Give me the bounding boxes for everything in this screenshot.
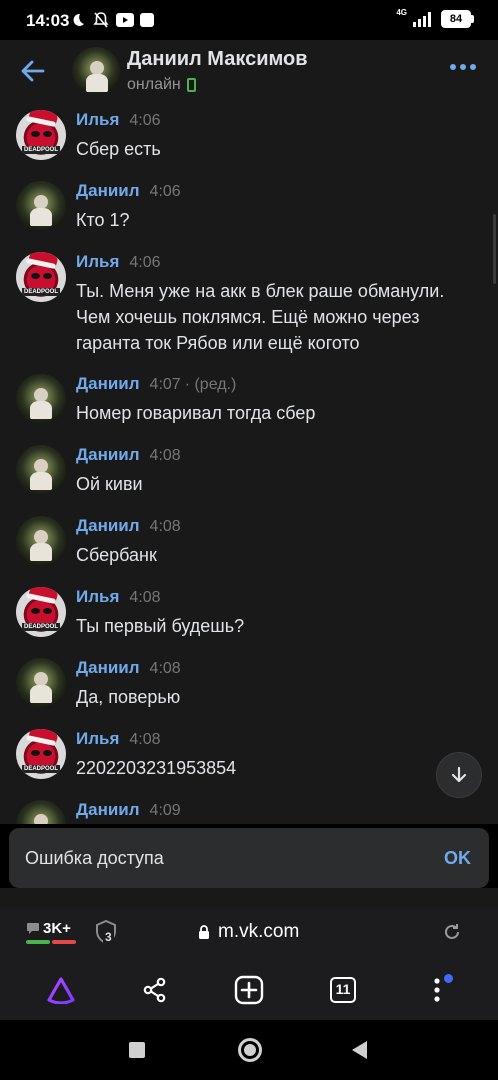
share-icon xyxy=(143,977,166,1003)
message-text: Номер говаривал тогда сбер xyxy=(76,403,316,423)
message-author[interactable]: Даниил xyxy=(76,516,140,536)
message-time: 4:07 xyxy=(149,376,181,393)
message-author[interactable]: Даниил xyxy=(76,800,140,820)
contact-avatar[interactable] xyxy=(72,47,120,95)
toast-ok-button[interactable]: OK xyxy=(444,848,471,869)
author-avatar[interactable] xyxy=(16,800,66,824)
notification-dot xyxy=(444,974,453,983)
system-back-button[interactable] xyxy=(352,1041,367,1059)
message-author[interactable]: Даниил xyxy=(76,374,140,394)
mobile-online-icon xyxy=(186,78,196,92)
edited-marker: · (ред.) xyxy=(184,376,237,393)
lock-icon xyxy=(199,924,209,939)
message-author[interactable]: Илья xyxy=(76,252,119,272)
status-time: 14:03 xyxy=(26,11,70,30)
tabs-button[interactable]: 11 xyxy=(323,970,363,1010)
alice-assistant-icon xyxy=(47,977,75,1004)
message-text: 2202203231953854 xyxy=(76,758,237,778)
message-text: Да, поверью xyxy=(76,687,181,707)
home-button[interactable] xyxy=(238,1038,262,1062)
alice-button[interactable] xyxy=(41,970,81,1010)
message-text: Сбер есть xyxy=(76,139,161,159)
back-button[interactable] xyxy=(16,54,50,88)
more-dots-icon xyxy=(450,64,456,70)
message-author[interactable]: Даниил xyxy=(76,658,140,678)
arrow-down-icon xyxy=(451,766,467,783)
message-author[interactable]: Даниил xyxy=(76,445,140,465)
tabs-count-icon: 11 xyxy=(330,977,356,1003)
comments-badge[interactable]: 3K+ xyxy=(26,920,76,944)
author-avatar[interactable]: DEADPOOL xyxy=(16,110,66,160)
browser-menu-button[interactable] xyxy=(417,970,457,1010)
youtube-icon xyxy=(116,13,134,27)
message-time: 4:08 xyxy=(149,518,181,535)
author-avatar[interactable] xyxy=(16,374,66,424)
author-avatar[interactable] xyxy=(16,658,66,708)
battery-icon: 84 xyxy=(441,10,474,28)
recent-apps-button[interactable] xyxy=(129,1042,145,1058)
new-tab-button[interactable] xyxy=(229,970,269,1010)
vertical-dots-icon xyxy=(434,978,440,1002)
author-avatar[interactable]: DEADPOOL xyxy=(16,729,66,779)
message-time: 4:08 xyxy=(149,447,181,464)
plus-square-icon xyxy=(234,975,264,1005)
chat-bubble-icon xyxy=(27,923,39,934)
contact-name[interactable]: Даниил Максимов xyxy=(127,48,308,71)
status-bar: 14:03 4G 84 xyxy=(0,0,498,40)
author-avatar[interactable] xyxy=(16,516,66,566)
presence-status: онлайн xyxy=(127,76,196,94)
scrollbar[interactable] xyxy=(493,214,496,284)
arrow-left-icon xyxy=(21,60,45,82)
scroll-down-button[interactable] xyxy=(436,752,482,798)
message-text: Ты. Меня уже на акк в блек раше обманули… xyxy=(76,281,445,353)
toast-message: Ошибка доступа xyxy=(25,848,164,868)
browser-address-bar: 3K+ 3 m.vk.com xyxy=(0,908,498,960)
url-text: m.vk.com xyxy=(218,921,300,942)
author-avatar[interactable] xyxy=(16,445,66,495)
message-text: Кто 1? xyxy=(76,210,130,230)
message-time: 4:06 xyxy=(149,183,181,200)
message-time: 4:09 xyxy=(149,802,181,819)
message-time: 4:06 xyxy=(129,112,161,129)
browser-toolbar: 11 xyxy=(0,960,498,1020)
url-field[interactable]: m.vk.com xyxy=(198,921,299,943)
message-author[interactable]: Илья xyxy=(76,110,119,130)
message-time: 4:08 xyxy=(129,731,161,748)
comments-count: 3K+ xyxy=(43,920,71,937)
message-text: Ты первый будешь? xyxy=(76,616,245,636)
message-author[interactable]: Даниил xyxy=(76,181,140,201)
network-type: 4G xyxy=(396,7,407,17)
protection-shield[interactable]: 3 xyxy=(95,919,121,946)
app-notification-icon xyxy=(140,13,154,27)
more-options-button[interactable] xyxy=(450,64,476,70)
muted-bell-icon xyxy=(93,12,109,28)
message-time: 4:08 xyxy=(129,589,161,606)
moon-icon xyxy=(73,13,84,26)
author-avatar[interactable]: DEADPOOL xyxy=(16,587,66,637)
message-text: Сбербанк xyxy=(76,545,157,565)
reload-icon xyxy=(445,924,459,939)
message-time: 4:08 xyxy=(149,660,181,677)
author-avatar[interactable]: DEADPOOL xyxy=(16,252,66,302)
author-avatar[interactable] xyxy=(16,181,66,231)
shield-count: 3 xyxy=(103,930,114,944)
message-author[interactable]: Илья xyxy=(76,729,119,749)
system-nav-bar xyxy=(0,1020,498,1080)
presence-label: онлайн xyxy=(127,76,181,93)
message-text: Ой киви xyxy=(76,474,143,494)
share-button[interactable] xyxy=(135,970,175,1010)
error-toast: Ошибка доступа OK xyxy=(9,828,489,888)
message-time: 4:06 xyxy=(129,254,161,271)
message-author[interactable]: Илья xyxy=(76,587,119,607)
battery-level: 84 xyxy=(441,10,471,28)
chat-header: Даниил Максимов онлайн xyxy=(0,40,498,102)
message-list[interactable]: DEADPOOL Илья 4:06 Сбер есть Даниил 4:06 К… xyxy=(0,102,498,824)
reload-button[interactable] xyxy=(442,922,462,947)
signal-icon xyxy=(413,12,431,27)
